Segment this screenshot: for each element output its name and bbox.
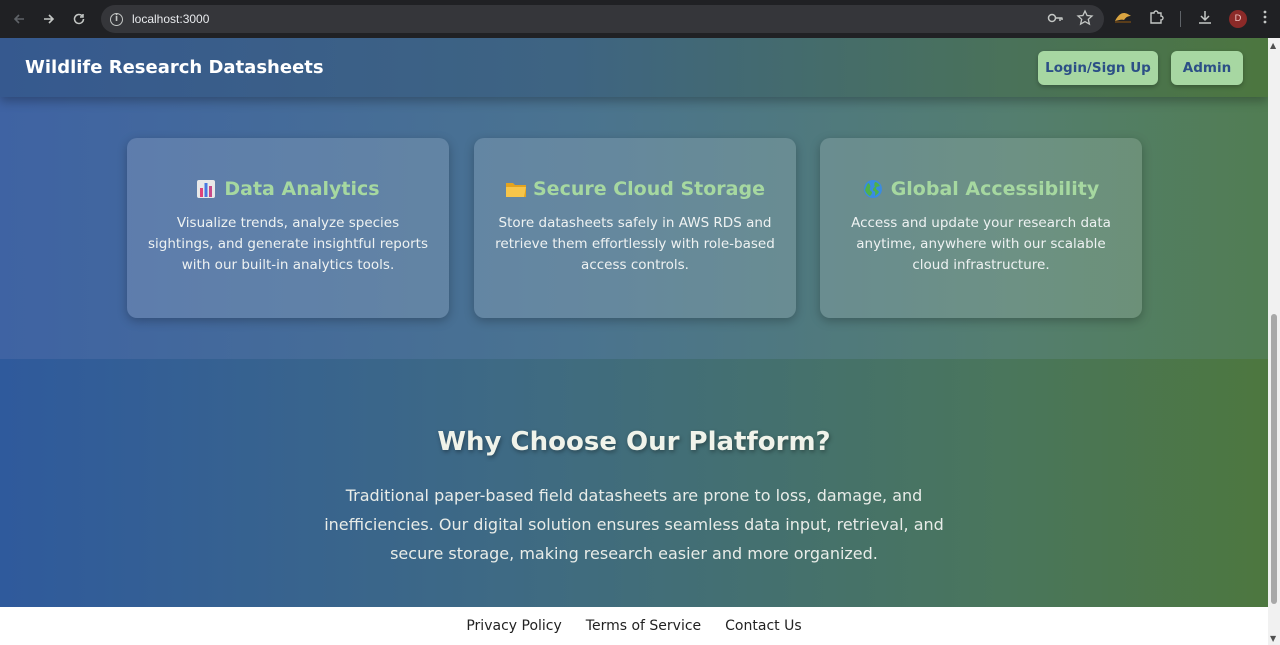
admin-button[interactable]: Admin: [1171, 51, 1243, 85]
feature-title: Data Analytics: [224, 178, 380, 200]
menu-kebab-icon[interactable]: [1263, 10, 1267, 28]
profile-avatar[interactable]: D: [1229, 10, 1247, 28]
feature-card-storage: Secure Cloud Storage Store datasheets sa…: [474, 138, 796, 318]
feature-card-accessibility: Global Accessibility Access and update y…: [820, 138, 1142, 318]
site-info-icon[interactable]: i: [110, 12, 123, 26]
feature-description: Visualize trends, analyze species sighti…: [148, 215, 428, 273]
site-header: Wildlife Research Datasheets Login/Sign …: [0, 38, 1268, 97]
browser-toolbar: i localhost:3000 D: [0, 0, 1280, 38]
feature-card-analytics: Data Analytics Visualize trends, analyze…: [127, 138, 449, 318]
login-signup-button[interactable]: Login/Sign Up: [1038, 51, 1158, 85]
scroll-down-arrow-icon[interactable]: ▼: [1270, 634, 1276, 643]
why-section: Why Choose Our Platform? Traditional pap…: [0, 359, 1268, 607]
extension-icon[interactable]: [1114, 10, 1132, 28]
back-icon[interactable]: [4, 4, 34, 34]
why-body: Traditional paper-based field datasheets…: [324, 486, 944, 563]
reload-icon[interactable]: [64, 4, 94, 34]
page-viewport: Data Analytics Visualize trends, analyze…: [0, 38, 1268, 645]
download-icon[interactable]: [1197, 9, 1213, 29]
url-text[interactable]: localhost:3000: [132, 12, 209, 26]
feature-title: Global Accessibility: [890, 178, 1100, 200]
feature-description: Access and update your research data any…: [851, 215, 1111, 273]
bookmark-star-icon[interactable]: [1076, 9, 1094, 31]
bar-chart-icon: [196, 179, 216, 199]
why-title: Why Choose Our Platform?: [437, 427, 831, 457]
address-bar[interactable]: i localhost:3000: [101, 5, 1104, 33]
page-scrollbar[interactable]: ▲ ▼: [1268, 38, 1280, 645]
globe-icon: [863, 179, 883, 199]
scroll-thumb[interactable]: [1271, 314, 1277, 604]
footer-link-terms[interactable]: Terms of Service: [586, 618, 701, 634]
puzzle-icon[interactable]: [1148, 9, 1164, 29]
footer-link-contact[interactable]: Contact Us: [725, 618, 801, 634]
site-brand[interactable]: Wildlife Research Datasheets: [25, 57, 324, 78]
feature-title: Secure Cloud Storage: [533, 178, 765, 200]
folder-icon: [505, 179, 526, 199]
forward-icon[interactable]: [34, 4, 64, 34]
footer-link-privacy[interactable]: Privacy Policy: [466, 618, 561, 634]
scroll-up-arrow-icon[interactable]: ▲: [1270, 41, 1276, 50]
feature-description: Store datasheets safely in AWS RDS and r…: [495, 215, 775, 273]
site-footer: Privacy Policy Terms of Service Contact …: [0, 607, 1268, 645]
toolbar-divider: [1180, 11, 1181, 27]
password-key-icon[interactable]: [1046, 9, 1064, 31]
